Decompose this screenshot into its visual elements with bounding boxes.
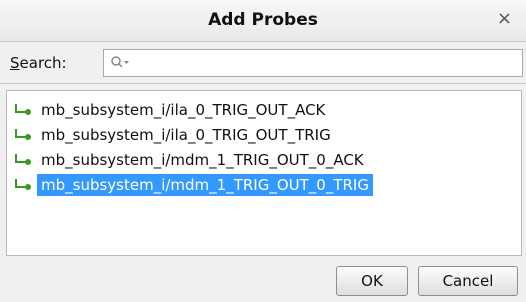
probe-icon (15, 103, 31, 115)
button-bar: OK Cancel (0, 256, 526, 302)
search-field[interactable] (103, 49, 523, 77)
probe-icon (15, 178, 31, 190)
probe-label: mb_subsystem_i/mdm_1_TRIG_OUT_0_TRIG (37, 173, 373, 196)
ok-button[interactable]: OK (336, 266, 408, 296)
list-item[interactable]: mb_subsystem_i/ila_0_TRIG_OUT_TRIG (13, 122, 331, 147)
probe-label: mb_subsystem_i/ila_0_TRIG_OUT_TRIG (41, 125, 331, 144)
list-item[interactable]: mb_subsystem_i/ila_0_TRIG_OUT_ACK (13, 97, 325, 122)
search-icon[interactable] (110, 55, 130, 71)
search-input[interactable] (134, 52, 518, 76)
probe-list[interactable]: mb_subsystem_i/ila_0_TRIG_OUT_ACK mb_sub… (6, 90, 522, 256)
probe-icon (15, 153, 31, 165)
close-icon[interactable]: × (497, 9, 512, 29)
dialog-titlebar: Add Probes × (0, 0, 526, 42)
list-item-selected[interactable]: mb_subsystem_i/mdm_1_TRIG_OUT_0_TRIG (13, 172, 373, 197)
search-label: Search: (10, 54, 67, 72)
probe-label: mb_subsystem_i/mdm_1_TRIG_OUT_0_ACK (41, 150, 364, 169)
list-item[interactable]: mb_subsystem_i/mdm_1_TRIG_OUT_0_ACK (13, 147, 364, 172)
cancel-button[interactable]: Cancel (418, 266, 518, 296)
dialog-title: Add Probes (208, 10, 318, 30)
probe-icon (15, 128, 31, 140)
probe-label: mb_subsystem_i/ila_0_TRIG_OUT_ACK (41, 100, 326, 119)
search-row: Search: (0, 42, 526, 84)
